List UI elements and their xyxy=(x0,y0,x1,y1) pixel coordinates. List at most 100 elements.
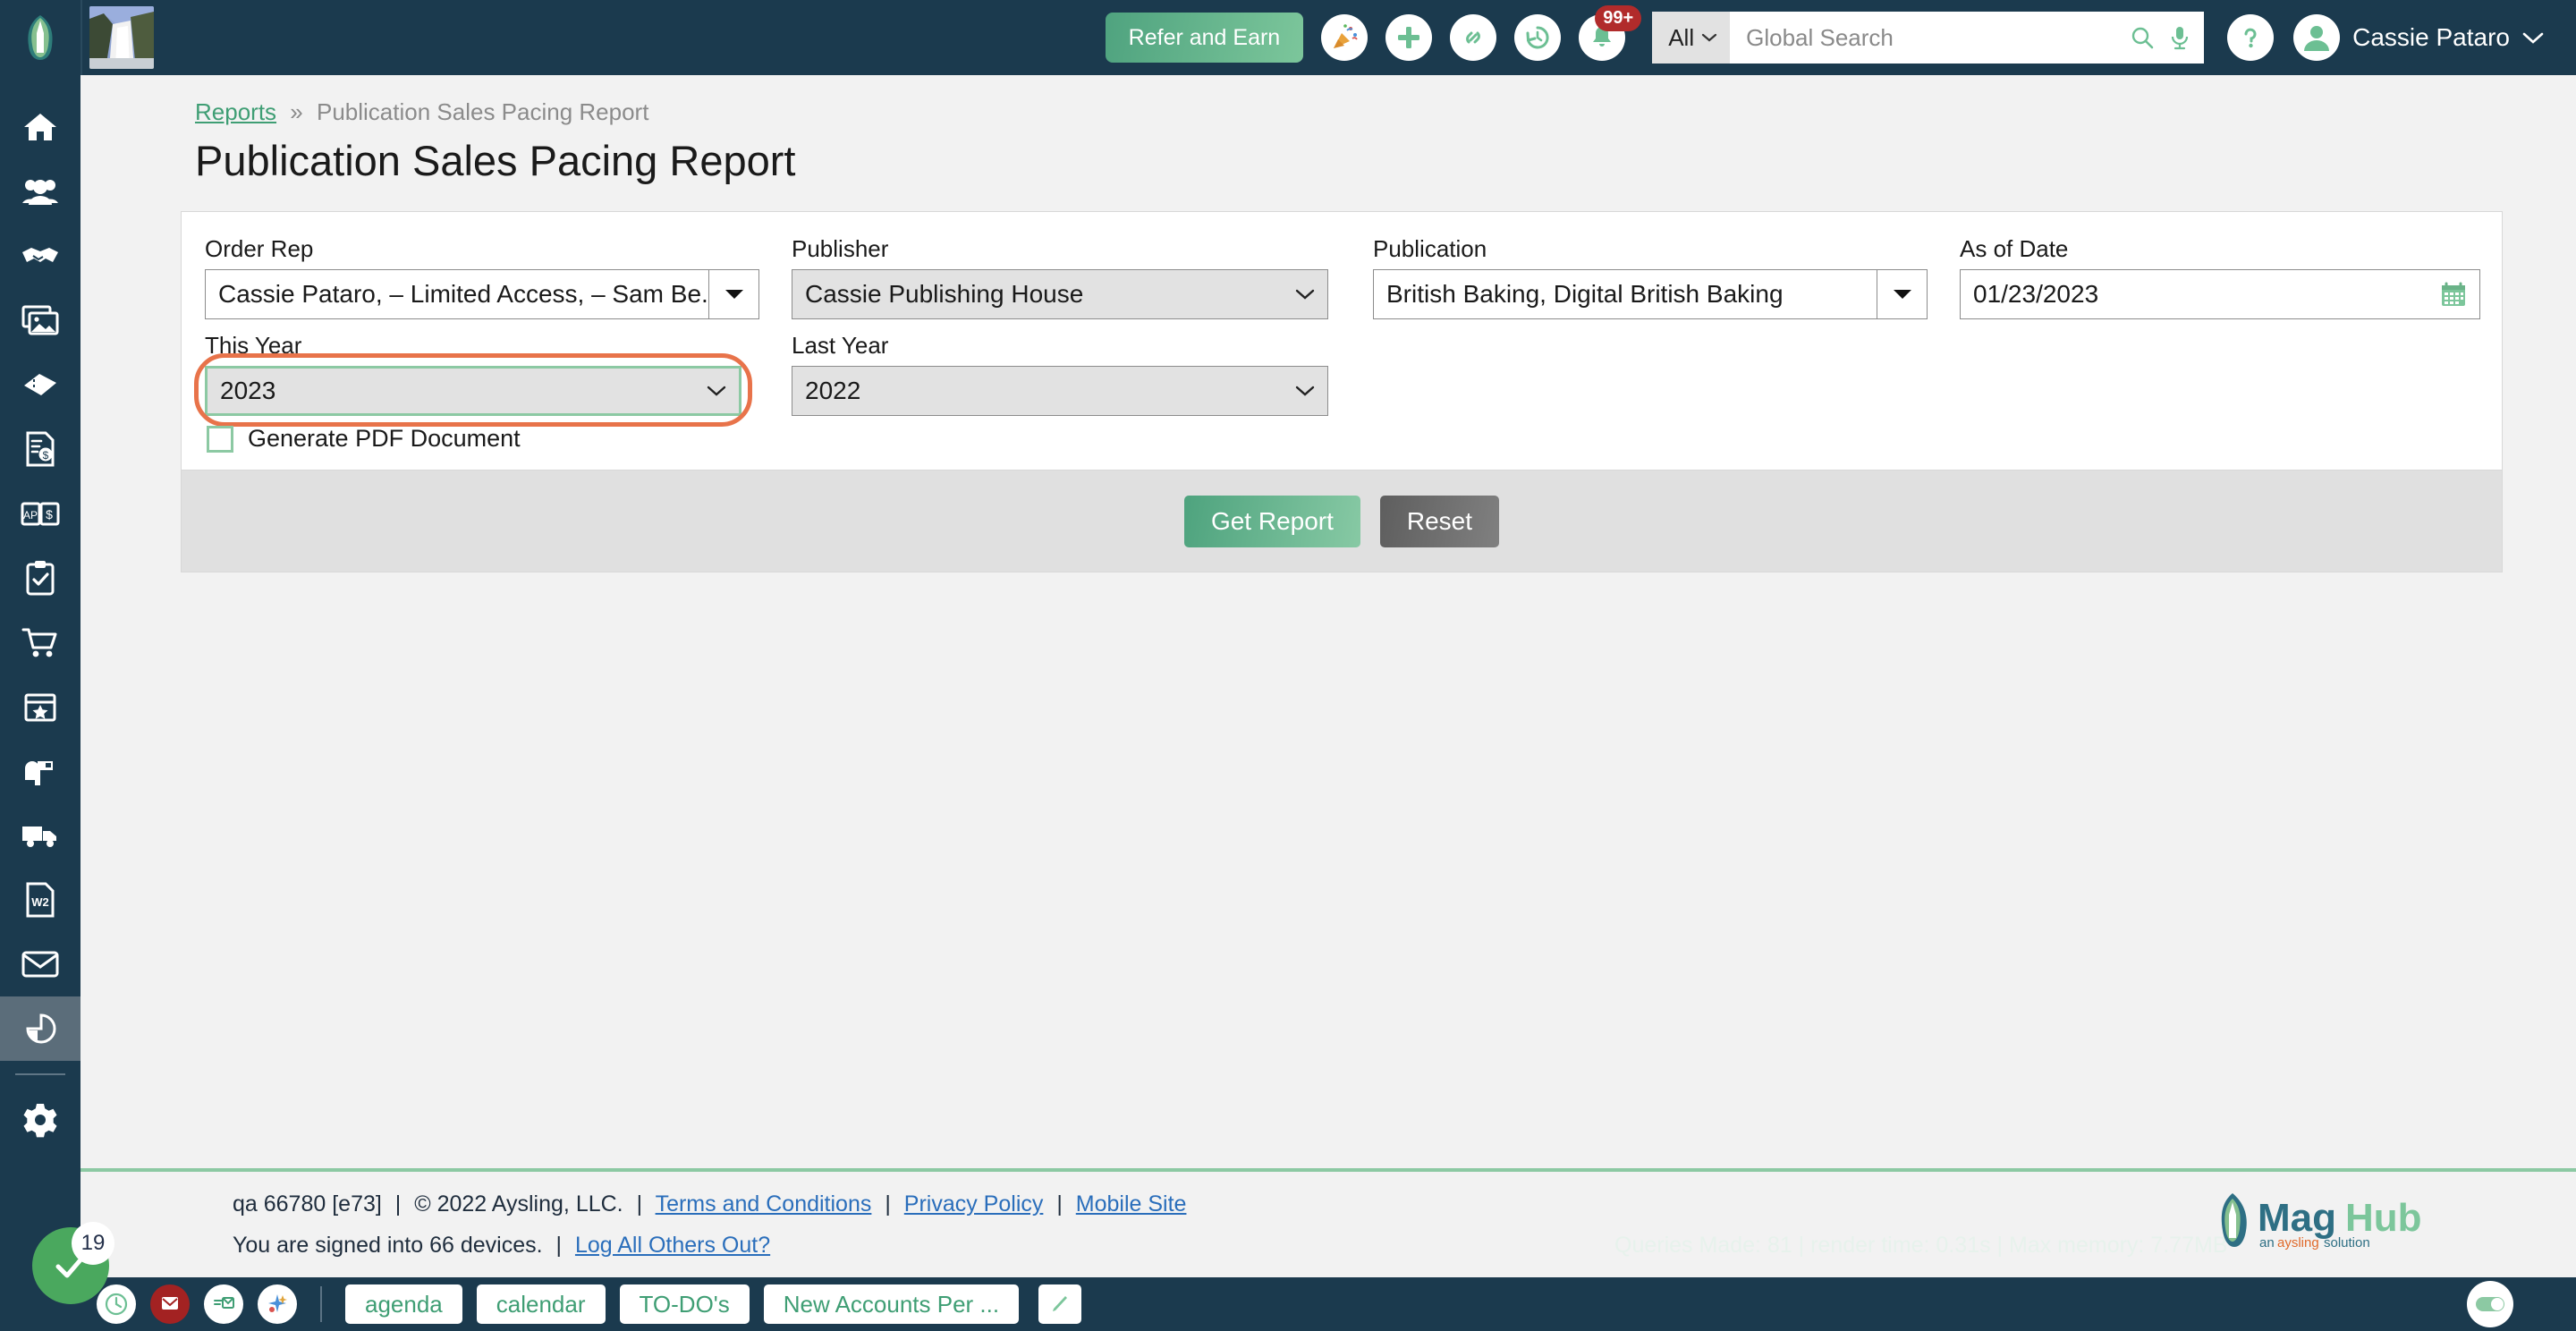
as-of-date-input[interactable]: 01/23/2023 xyxy=(1960,269,2480,319)
bell-icon[interactable]: 99+ xyxy=(1579,5,1642,61)
search-field-wrap xyxy=(1730,12,2205,64)
activity-icon[interactable] xyxy=(258,1284,297,1324)
calendar-icon[interactable] xyxy=(2440,281,2467,308)
breadcrumb: Reports » Publication Sales Pacing Repor… xyxy=(195,98,648,126)
clock-icon[interactable] xyxy=(97,1284,136,1324)
this-year-field: This Year 2023 xyxy=(205,332,741,416)
sidebar-item-orders[interactable] xyxy=(0,610,80,674)
chevron-down-icon xyxy=(1295,386,1315,396)
top-header-bar: Refer and Earn 99+ All Global Search Cas… xyxy=(0,0,2576,75)
taskbar-tab-calendar[interactable]: calendar xyxy=(476,1284,606,1324)
history-clock-icon[interactable] xyxy=(1514,14,1562,61)
sidebar-item-deals[interactable] xyxy=(0,224,80,288)
home-icon xyxy=(24,114,56,140)
generate-pdf-checkbox-row[interactable]: Generate PDF Document xyxy=(207,425,521,453)
devices-count-text: You are signed into 66 devices. xyxy=(233,1233,543,1258)
sidebar-item-w2-forms[interactable]: W2 xyxy=(0,868,80,932)
sidebar-item-mailbox[interactable] xyxy=(0,739,80,803)
mail-read-icon[interactable] xyxy=(204,1284,243,1324)
search-scope-dropdown[interactable]: All xyxy=(1652,12,1731,64)
taskbar-tab-agenda[interactable]: agenda xyxy=(345,1284,462,1324)
breadcrumb-reports-link[interactable]: Reports xyxy=(195,98,276,125)
svg-text:W2: W2 xyxy=(31,895,49,909)
shopping-cart-icon xyxy=(21,628,57,657)
terms-link[interactable]: Terms and Conditions xyxy=(656,1191,872,1217)
bottom-taskbar: agenda calendar TO-DO's New Accounts Per… xyxy=(0,1277,2576,1331)
publisher-value: Cassie Publishing House xyxy=(805,280,1084,308)
invoice-dollar-icon: $ xyxy=(26,431,55,467)
generate-pdf-checkbox[interactable] xyxy=(207,425,233,453)
publication-control[interactable]: British Baking, Digital British Baking xyxy=(1373,269,1928,319)
plus-icon[interactable] xyxy=(1385,14,1433,61)
publication-value[interactable]: British Baking, Digital British Baking xyxy=(1373,269,1877,319)
generate-pdf-label: Generate PDF Document xyxy=(248,425,521,452)
sidebar-item-messages[interactable] xyxy=(0,932,80,996)
ticket-icon xyxy=(24,374,56,395)
order-rep-value[interactable]: Cassie Pataro, – Limited Access, – Sam B… xyxy=(205,269,709,319)
user-photo-thumbnail[interactable] xyxy=(80,0,161,75)
order-rep-control[interactable]: Cassie Pataro, – Limited Access, – Sam B… xyxy=(205,269,759,319)
sidebar-item-events[interactable] xyxy=(0,674,80,739)
refer-and-earn-button[interactable]: Refer and Earn xyxy=(1105,13,1304,63)
last-year-label: Last Year xyxy=(792,332,889,359)
clipboard-check-icon xyxy=(26,561,55,596)
report-filters-panel: Order Rep Cassie Pataro, – Limited Acces… xyxy=(181,211,2503,471)
log-all-others-out-link[interactable]: Log All Others Out? xyxy=(575,1233,770,1258)
this-year-select[interactable]: 2023 xyxy=(205,366,741,416)
footer-sep-3: | xyxy=(885,1191,891,1217)
sidebar-item-contacts[interactable] xyxy=(0,159,80,224)
this-year-label: This Year xyxy=(205,332,302,359)
mobile-site-link[interactable]: Mobile Site xyxy=(1076,1191,1187,1217)
this-year-value: 2023 xyxy=(220,377,276,404)
sidebar-item-accounts-payable[interactable]: AP $ xyxy=(0,481,80,546)
report-actions-bar: Get Report Reset xyxy=(181,471,2503,572)
last-year-select[interactable]: 2022 xyxy=(792,366,1328,416)
reset-button[interactable]: Reset xyxy=(1379,495,1500,547)
publisher-label: Publisher xyxy=(792,235,889,262)
as-of-date-field: As of Date 01/23/2023 xyxy=(1960,235,2480,319)
order-rep-field: Order Rep Cassie Pataro, – Limited Acces… xyxy=(205,235,759,319)
get-report-button[interactable]: Get Report xyxy=(1183,495,1360,547)
sidebar-item-invoices[interactable]: $ xyxy=(0,417,80,481)
svg-text:aysling: aysling xyxy=(2277,1235,2319,1250)
mail-alert-icon[interactable] xyxy=(150,1284,190,1324)
app-root: Refer and Earn 99+ All Global Search Cas… xyxy=(0,0,2576,1331)
search-scope-label: All xyxy=(1668,23,1695,51)
sidebar-item-reports[interactable] xyxy=(0,996,80,1061)
help-icon[interactable] xyxy=(2227,14,2275,61)
caret-down-icon xyxy=(1893,290,1911,299)
link-icon[interactable] xyxy=(1450,14,1497,61)
taskbar-tab-new-accounts[interactable]: New Accounts Per ... xyxy=(763,1284,1020,1324)
svg-text:$: $ xyxy=(43,449,49,462)
order-rep-dropdown-arrow[interactable] xyxy=(709,269,759,319)
sidebar-item-home[interactable] xyxy=(0,95,80,159)
sidebar-item-media[interactable] xyxy=(0,288,80,352)
publisher-select[interactable]: Cassie Publishing House xyxy=(792,269,1328,319)
pencil-icon[interactable] xyxy=(1038,1284,1082,1324)
maghub-logo-icon xyxy=(28,15,53,60)
microphone-icon[interactable] xyxy=(2168,24,2191,51)
footer-build: qa 66780 [e73] xyxy=(233,1191,382,1217)
taskbar-tab-todos[interactable]: TO-DO's xyxy=(619,1284,750,1324)
user-menu[interactable]: Cassie Pataro xyxy=(2293,14,2544,61)
breadcrumb-separator: » xyxy=(290,98,303,125)
search-input[interactable] xyxy=(1746,23,2130,52)
ap-book-dollar-icon: AP $ xyxy=(21,502,60,526)
sidebar-item-tickets[interactable] xyxy=(0,352,80,417)
party-popper-icon[interactable] xyxy=(1321,14,1368,61)
brand-logo-slot[interactable] xyxy=(0,0,80,75)
chevron-down-icon xyxy=(707,386,726,396)
publication-label: Publication xyxy=(1373,235,1487,262)
sidebar-item-tasks[interactable] xyxy=(0,546,80,610)
footer-copyright: © 2022 Aysling, LLC. xyxy=(414,1191,623,1217)
footer-legal-line: qa 66780 [e73] | © 2022 Aysling, LLC. | … xyxy=(233,1191,1186,1217)
privacy-link[interactable]: Privacy Policy xyxy=(904,1191,1044,1217)
svg-text:AP: AP xyxy=(23,509,38,521)
left-sidebar: $ AP $ W2 xyxy=(0,75,80,1331)
search-icon[interactable] xyxy=(2129,24,2156,51)
gear-icon xyxy=(23,1104,57,1138)
sidebar-item-shipping[interactable] xyxy=(0,803,80,868)
publication-dropdown-arrow[interactable] xyxy=(1877,269,1928,319)
sidebar-item-settings[interactable] xyxy=(0,1088,80,1152)
toggle-on-icon[interactable] xyxy=(2467,1281,2513,1327)
